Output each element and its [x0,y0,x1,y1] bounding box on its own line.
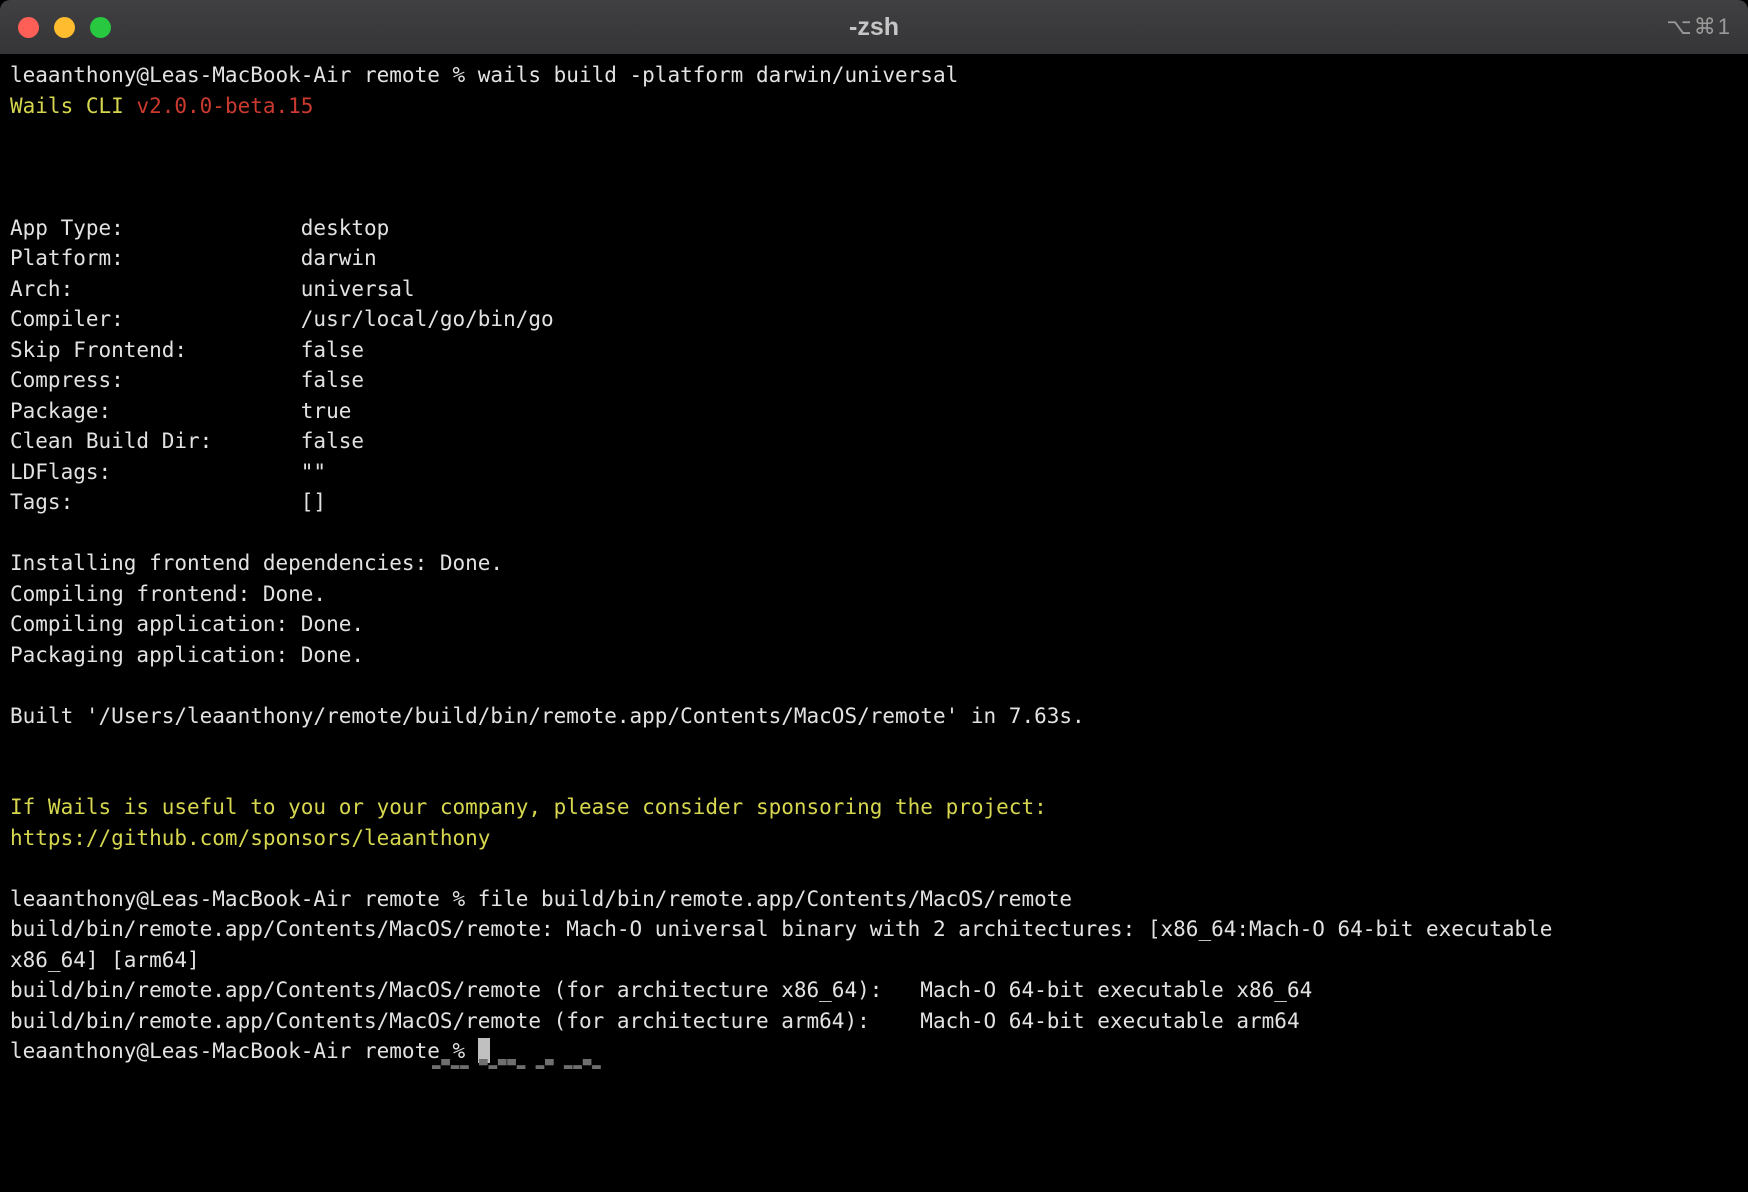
close-button[interactable] [18,17,39,38]
terminal-text-segment: v2.0.0-beta.15 [136,94,313,118]
minimize-button[interactable] [54,17,75,38]
terminal-line: Packaging application: Done. [10,640,1738,671]
terminal-text-segment: build/bin/remote.app/Contents/MacOS/remo… [10,917,1552,941]
terminal-line [10,518,1738,549]
terminal-line: leaanthony@Leas-MacBook-Air remote % fil… [10,884,1738,915]
terminal-line [10,762,1738,793]
terminal-text-segment: Tags: [] [10,490,326,514]
terminal-line: Compiler: /usr/local/go/bin/go [10,304,1738,335]
terminal-text-segment: Built '/Users/leaanthony/remote/build/bi… [10,704,1085,728]
terminal-line: Compiling application: Done. [10,609,1738,640]
terminal-text-segment: leaanthony@Leas-MacBook-Air remote % [10,1039,478,1063]
terminal-line [10,121,1738,152]
terminal-line: build/bin/remote.app/Contents/MacOS/remo… [10,914,1738,945]
terminal-text-segment: build/bin/remote.app/Contents/MacOS/remo… [10,978,1312,1002]
terminal-line: Wails CLI v2.0.0-beta.15 [10,91,1738,122]
terminal-line: build/bin/remote.app/Contents/MacOS/remo… [10,975,1738,1006]
terminal-text-segment: App Type: desktop [10,216,389,240]
terminal-line: LDFlags: "" [10,457,1738,488]
terminal-line: Clean Build Dir: false [10,426,1738,457]
terminal-text-segment: Package: true [10,399,351,423]
keyboard-shortcut-badge: ⌥⌘1 [1666,14,1732,40]
traffic-lights [18,0,111,54]
terminal-text-segment: Skip Frontend: false [10,338,364,362]
terminal-text-segment: Clean Build Dir: false [10,429,364,453]
terminal-text-segment: Platform: darwin [10,246,377,270]
terminal-text-segment: Wails CLI [10,94,136,118]
terminal-line: build/bin/remote.app/Contents/MacOS/remo… [10,1006,1738,1037]
terminal-text-segment: LDFlags: "" [10,460,326,484]
terminal-text-segment: Arch: universal [10,277,415,301]
terminal-line: Compiling frontend: Done. [10,579,1738,610]
terminal-text-segment: build/bin/remote.app/Contents/MacOS/remo… [10,1009,1300,1033]
terminal-line: Package: true [10,396,1738,427]
terminal-line [10,182,1738,213]
titlebar[interactable]: -zsh ⌥⌘1 [0,0,1748,55]
terminal-line: Compress: false [10,365,1738,396]
terminal-text-segment: If Wails is useful to you or your compan… [10,795,1047,819]
terminal-line: leaanthony@Leas-MacBook-Air remote % [10,1036,1738,1067]
terminal-text-segment: Compiler: /usr/local/go/bin/go [10,307,554,331]
terminal-line [10,670,1738,701]
terminal-output[interactable]: leaanthony@Leas-MacBook-Air remote % wai… [0,55,1748,1192]
terminal-line: x86_64] [arm64] [10,945,1738,976]
terminal-line: Arch: universal [10,274,1738,305]
terminal-line [10,853,1738,884]
terminal-text-segment: Compiling frontend: Done. [10,582,326,606]
terminal-text-segment: leaanthony@Leas-MacBook-Air remote % fil… [10,887,1072,911]
terminal-text-segment: leaanthony@Leas-MacBook-Air remote % wai… [10,63,958,87]
terminal-line: Installing frontend dependencies: Done. [10,548,1738,579]
terminal-line: leaanthony@Leas-MacBook-Air remote % wai… [10,60,1738,91]
terminal-line: Platform: darwin [10,243,1738,274]
clipped-background-text-artifact: ▄▀▄▄ ▀▄▀▀▄ ▄▀ ▄▄▀▄ [432,1059,662,1069]
terminal-text-segment: https://github.com/sponsors/leaanthony [10,826,490,850]
terminal-line [10,731,1738,762]
terminal-line: Skip Frontend: false [10,335,1738,366]
terminal-text-segment: Installing frontend dependencies: Done. [10,551,503,575]
terminal-line: https://github.com/sponsors/leaanthony [10,823,1738,854]
terminal-line: Built '/Users/leaanthony/remote/build/bi… [10,701,1738,732]
terminal-text-segment: x86_64] [arm64] [10,948,200,972]
window-title: -zsh [849,13,899,42]
terminal-line: App Type: desktop [10,213,1738,244]
terminal-line: If Wails is useful to you or your compan… [10,792,1738,823]
terminal-line [10,152,1738,183]
terminal-line: Tags: [] [10,487,1738,518]
zoom-button[interactable] [90,17,111,38]
terminal-text-segment: Compress: false [10,368,364,392]
terminal-text-segment: Compiling application: Done. [10,612,364,636]
terminal-text-segment: Packaging application: Done. [10,643,364,667]
terminal-window: -zsh ⌥⌘1 leaanthony@Leas-MacBook-Air rem… [0,0,1748,1192]
